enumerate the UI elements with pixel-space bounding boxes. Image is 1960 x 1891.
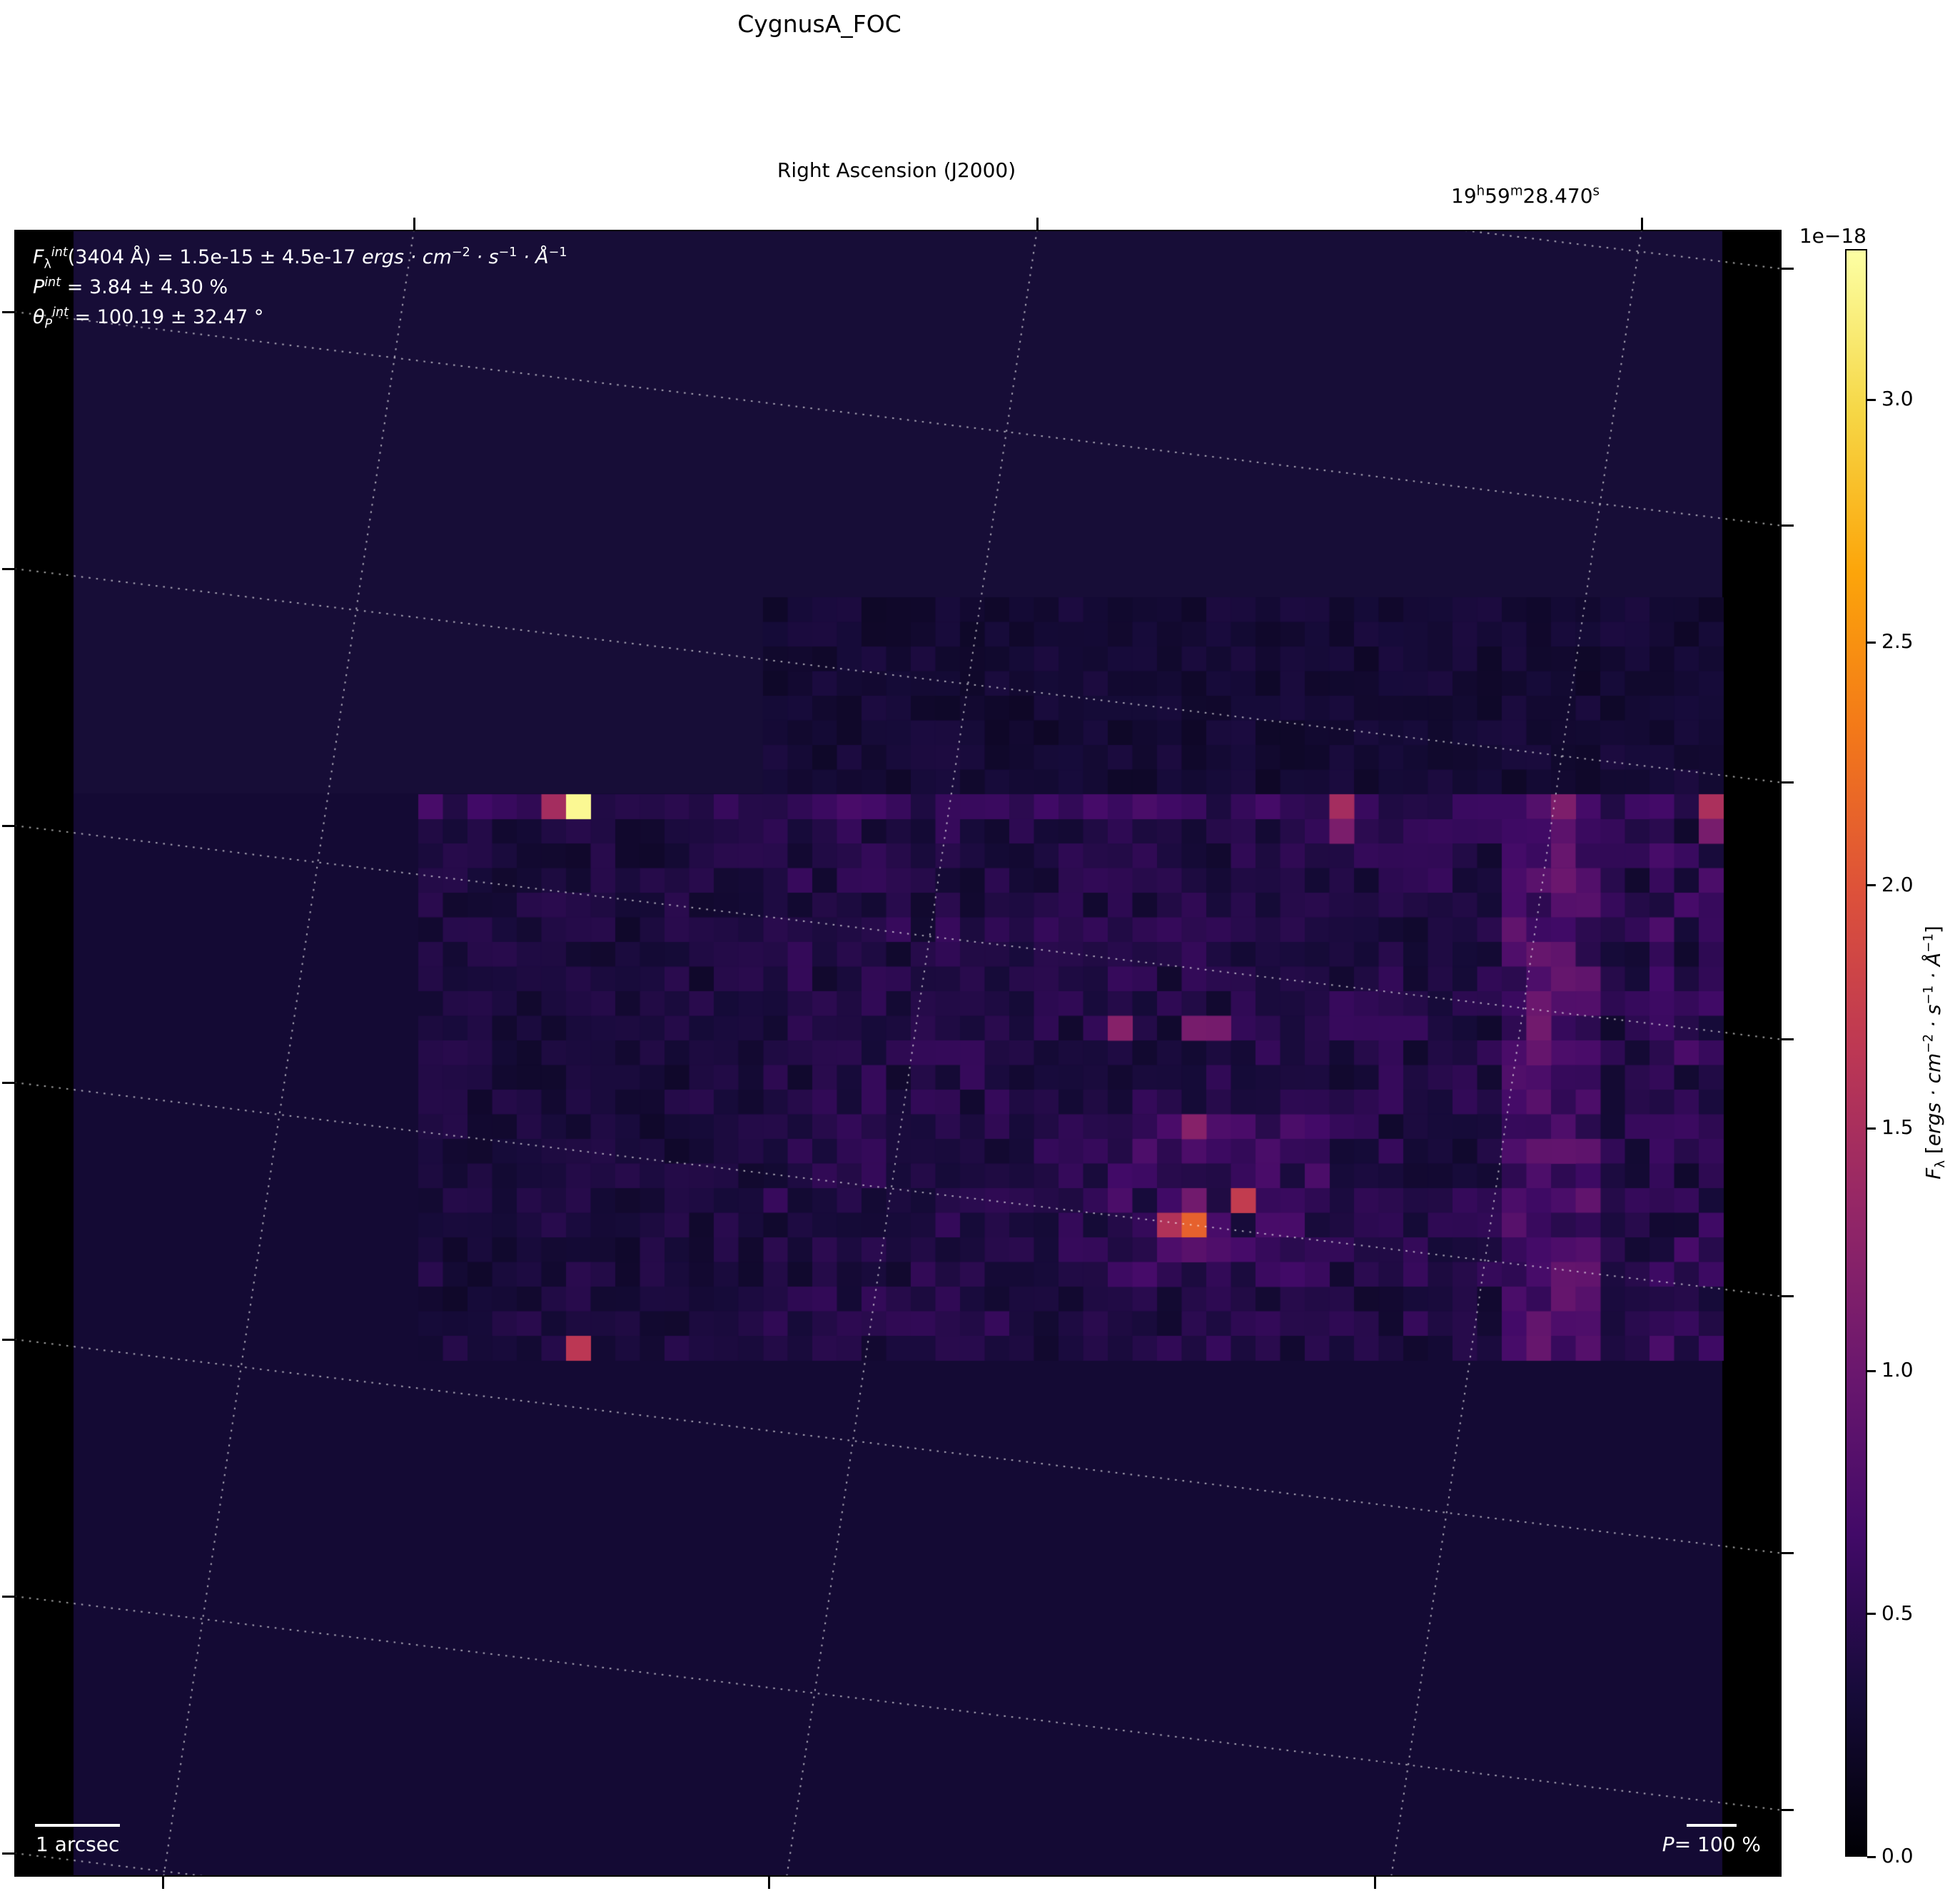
arcsec-scalebar-line (35, 1824, 120, 1827)
polarization-annotation: Pint = 3.84 ± 4.30 % (33, 275, 228, 298)
left-axis-tick (2, 1081, 14, 1084)
colorbar-axis-label: Fλ [ergs · cm−2 · s−1 · Å−1] (1921, 926, 1949, 1180)
arcsec-scalebar-label: 1 arcsec (36, 1832, 120, 1856)
colorbar-tick-mark (1867, 1613, 1876, 1616)
right-axis-tick (1782, 267, 1794, 270)
right-axis-tick (1782, 1551, 1794, 1554)
bottom-axis-tick (1373, 1877, 1376, 1889)
figure: CygnusA_FOC Right Ascension (J2000) 19h5… (0, 0, 1960, 1891)
right-axis-tick (1782, 1808, 1794, 1811)
top-axis-tick (1036, 218, 1039, 230)
right-ascension-axis-label: Right Ascension (J2000) (777, 158, 1016, 182)
colorbar-tick-label: 2.5 (1881, 629, 1914, 654)
colorbar-tick-mark (1867, 398, 1876, 401)
left-axis-tick (2, 310, 14, 313)
left-axis-tick (2, 1338, 14, 1341)
colorbar-offset-label: 1e−18 (1799, 224, 1866, 248)
right-axis-tick (1782, 781, 1794, 784)
colorbar-tick-label: 2.0 (1881, 872, 1914, 896)
left-axis-tick (2, 567, 14, 570)
polarization-scalebar-label: P= 100 % (1662, 1832, 1761, 1856)
colorbar-tick-mark (1867, 884, 1876, 887)
left-axis-tick (2, 824, 14, 827)
colorbar-tick-mark (1867, 1369, 1876, 1372)
ra-tick-label: 19h59m28.470s (1451, 183, 1600, 208)
right-axis-tick (1782, 524, 1794, 527)
left-axis-tick (2, 1595, 14, 1598)
measurement-annotation: Fλint(3404 Å) = 1.5e-15 ± 4.5e-17 ergs ·… (33, 243, 675, 333)
right-axis-tick (1782, 1038, 1794, 1040)
polarization-scalebar-line (1687, 1824, 1737, 1827)
page-title: CygnusA_FOC (737, 10, 901, 38)
colorbar-tick-label: 0.5 (1881, 1601, 1914, 1625)
colorbar-tick-mark (1867, 1855, 1876, 1858)
colorbar-gradient (1845, 249, 1867, 1857)
top-axis-tick (1640, 218, 1643, 230)
top-axis-tick (413, 218, 415, 230)
bottom-axis-tick (767, 1877, 770, 1889)
colorbar-tick-label: 3.0 (1881, 387, 1914, 410)
colorbar-tick-mark (1867, 641, 1876, 644)
colorbar-tick-label: 1.0 (1881, 1358, 1914, 1382)
flux-annotation: Fλint(3404 Å) = 1.5e-15 ± 4.5e-17 ergs ·… (33, 245, 567, 272)
colorbar-tick-label: 1.5 (1881, 1115, 1914, 1139)
heatmap-canvas (14, 230, 1782, 1877)
bottom-axis-tick (161, 1877, 164, 1889)
colorbar-tick-label: 0.0 (1881, 1844, 1914, 1867)
sky-image-plot (14, 230, 1782, 1877)
left-axis-tick (2, 1852, 14, 1855)
right-axis-tick (1782, 1294, 1794, 1297)
colorbar-tick-mark (1867, 1127, 1876, 1130)
angle-annotation: θPint = 100.19 ± 32.47 ° (33, 305, 264, 332)
